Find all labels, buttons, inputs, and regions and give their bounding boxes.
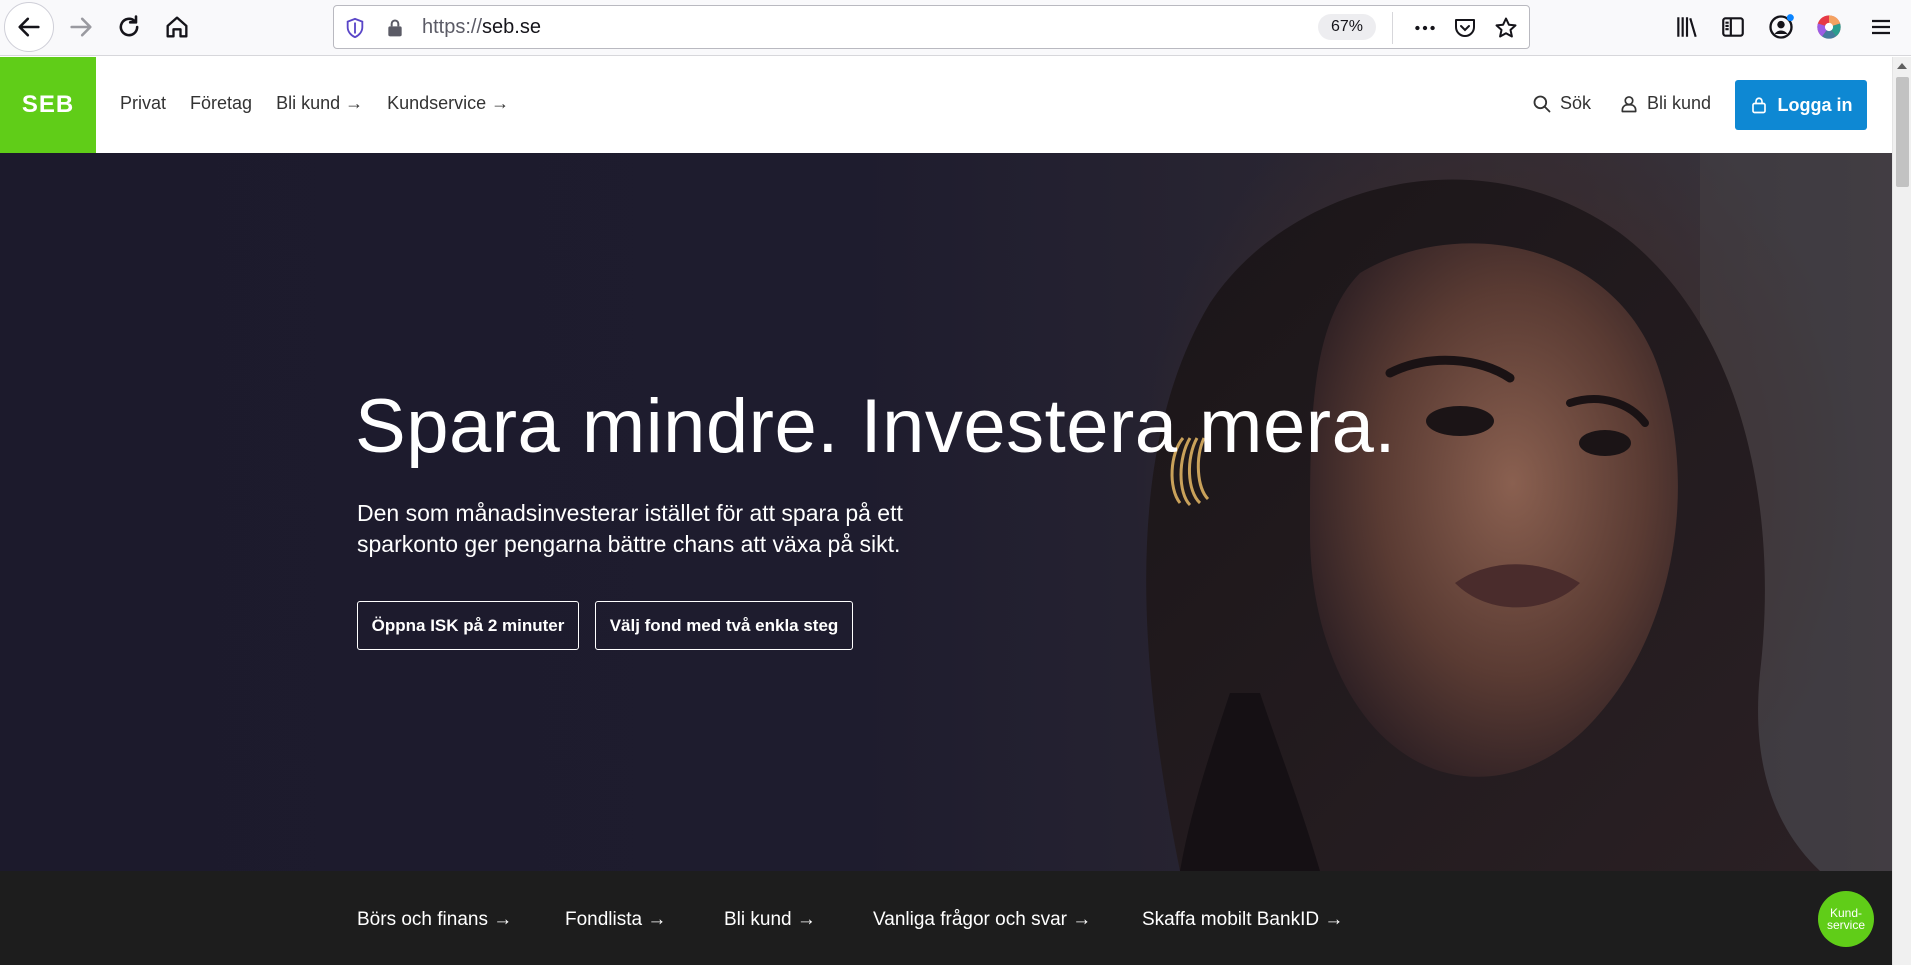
link-fondlista[interactable]: Fondlista → (565, 909, 666, 931)
lock-icon[interactable] (385, 16, 405, 40)
main-nav: Privat Företag Bli kund → Kundservice → (120, 93, 509, 114)
pocket-button[interactable] (1451, 14, 1479, 42)
kundservice-bubble-label: Kund- service (1826, 906, 1865, 932)
nav-kundservice[interactable]: Kundservice → (387, 93, 509, 114)
library-icon (1677, 17, 1697, 38)
search-icon (1533, 95, 1551, 112)
become-customer-label: Bli kund (1647, 93, 1712, 113)
nav-privat[interactable]: Privat (120, 93, 166, 114)
sidebar-icon (1722, 17, 1744, 37)
open-isk-button[interactable]: Öppna ISK på 2 minuter (357, 601, 579, 650)
reload-icon (119, 15, 139, 37)
more-icon (1415, 25, 1435, 31)
tracking-shield-icon[interactable] (344, 16, 366, 40)
scrollbar-thumb[interactable] (1896, 77, 1909, 187)
login-label: Logga in (1777, 94, 1853, 115)
quick-links-bar: Börs och finans → Fondlista → Bli kund →… (0, 871, 1892, 965)
hero-banner: Spara mindre. Investera mera. Den som må… (0, 153, 1892, 871)
back-button[interactable] (4, 2, 54, 52)
hero-title: Spara mindre. Investera mera. (355, 384, 1396, 469)
star-icon (1495, 17, 1517, 38)
url-host: seb.se (482, 16, 541, 38)
page-scrollbar[interactable] (1892, 57, 1911, 965)
link-vanliga-fragor[interactable]: Vanliga frågor och svar → (873, 909, 1091, 931)
menu-icon (1872, 19, 1890, 35)
sidebar-button[interactable] (1718, 12, 1748, 42)
reload-button[interactable] (104, 2, 154, 52)
search-label: Sök (1560, 93, 1592, 113)
home-button[interactable] (152, 2, 202, 52)
seb-logo[interactable]: SEB (0, 57, 96, 153)
url-separator (1392, 12, 1393, 44)
forward-icon (70, 17, 92, 37)
url-scheme: https:// (422, 16, 483, 38)
account-button[interactable] (1766, 12, 1796, 42)
search-link[interactable]: Sök (1532, 93, 1591, 114)
hero-woman-photo (1146, 153, 1892, 871)
choose-fund-button[interactable]: Välj fond med två enkla steg (595, 601, 853, 650)
login-button[interactable]: Logga in (1735, 80, 1867, 130)
kundservice-chat-button[interactable]: Kund- service (1818, 891, 1874, 947)
pocket-icon (1455, 19, 1475, 37)
forward-button[interactable] (56, 2, 106, 52)
link-bli-kund[interactable]: Bli kund → (724, 909, 816, 931)
library-button[interactable] (1672, 12, 1702, 42)
page-actions-button[interactable] (1411, 14, 1439, 42)
back-icon (18, 17, 40, 37)
url-text[interactable]: https://seb.se (422, 16, 541, 39)
zoom-indicator[interactable]: 67% (1318, 14, 1376, 40)
browser-toolbar: https://seb.se 67% (0, 0, 1911, 56)
site-header: SEB Privat Företag Bli kund → Kundservic… (0, 57, 1892, 153)
address-bar[interactable]: https://seb.se 67% (333, 5, 1530, 49)
padlock-icon (1751, 97, 1766, 114)
menu-button[interactable] (1866, 12, 1896, 42)
color-extension-icon (1817, 15, 1841, 39)
home-icon (166, 16, 188, 38)
link-bors-och-finans[interactable]: Börs och finans → (357, 909, 512, 931)
nav-foretag[interactable]: Företag (190, 93, 252, 114)
account-icon (1769, 14, 1794, 39)
nav-bli-kund[interactable]: Bli kund → (276, 93, 363, 114)
become-customer-link[interactable]: Bli kund (1619, 93, 1711, 114)
link-skaffa-bankid[interactable]: Skaffa mobilt BankID → (1142, 909, 1343, 931)
scroll-up-arrow-icon[interactable] (1897, 63, 1907, 69)
bookmark-star-button[interactable] (1492, 14, 1520, 42)
hero-text: Den som månadsinvesterar istället för at… (357, 500, 903, 557)
user-icon (1621, 95, 1637, 112)
logo-text: SEB (21, 91, 75, 118)
color-extension-button[interactable] (1814, 12, 1844, 42)
